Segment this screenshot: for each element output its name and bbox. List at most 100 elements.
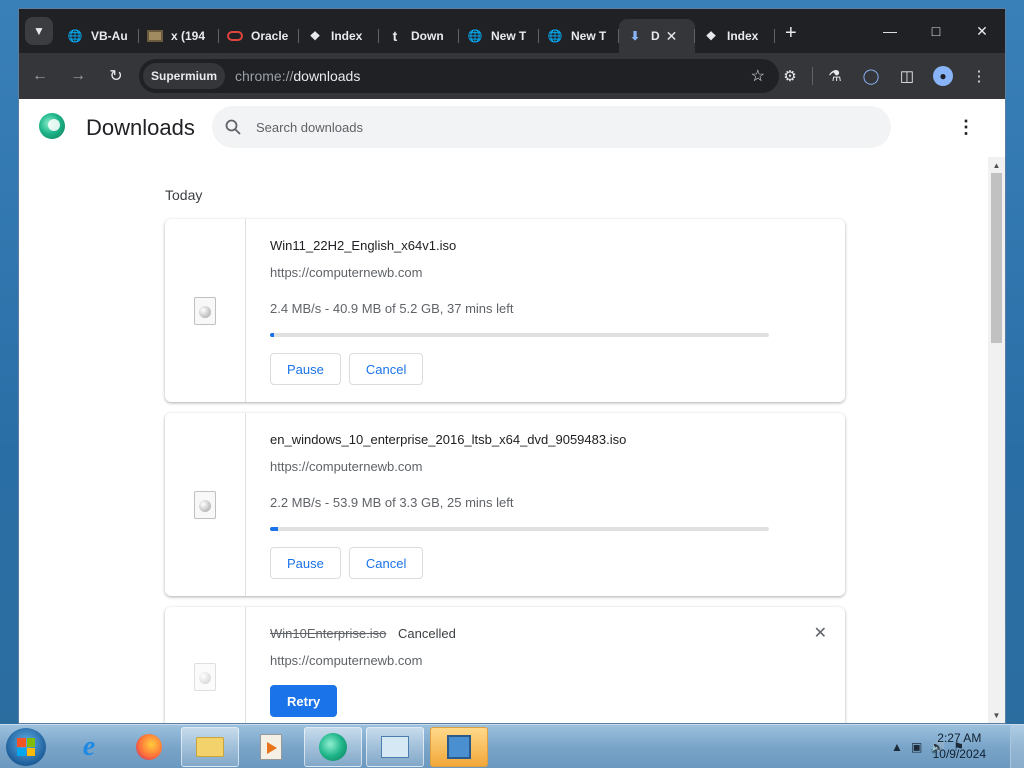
new-tab-button[interactable]: +	[785, 22, 797, 45]
video-thumb-icon	[147, 28, 163, 44]
media-player-icon[interactable]	[242, 727, 300, 767]
file-icon	[194, 663, 216, 691]
download-item-cancelled: Win10Enterprise.iso Cancelled https://co…	[165, 607, 845, 723]
avatar-icon: ●	[933, 66, 953, 86]
index-icon: ❖	[309, 29, 321, 43]
tab[interactable]: x (194	[139, 19, 219, 53]
tab[interactable]: 🌐 New T	[539, 19, 619, 53]
window-controls: — □ ✕	[867, 9, 1005, 53]
labs-flask-icon[interactable]: ⚗	[817, 59, 853, 93]
back-button[interactable]: ←	[23, 59, 57, 93]
source-url-link[interactable]: https://computernewb.com	[270, 459, 422, 474]
file-name: Win10Enterprise.iso	[270, 626, 387, 641]
downloads-header: Downloads ⋮	[19, 99, 1005, 157]
file-icon-column	[165, 219, 246, 402]
more-options-icon[interactable]: ⋮	[957, 117, 975, 138]
downloads-toolbar-icon[interactable]: ◯	[853, 59, 889, 93]
menu-kebab-icon[interactable]: ⋮	[961, 59, 997, 93]
supermium-logo-icon	[39, 113, 65, 139]
tab-title: Index	[727, 29, 759, 43]
download-actions: Pause Cancel	[270, 353, 424, 385]
tab[interactable]: t Down	[379, 19, 459, 53]
network-tray-icon[interactable]: ▣	[911, 740, 922, 754]
retry-button[interactable]: Retry	[270, 685, 338, 717]
scrollbar-thumb[interactable]	[991, 173, 1002, 343]
progress-bar-fill	[270, 333, 274, 337]
file-name-link[interactable]: en_windows_10_enterprise_2016_ltsb_x64_d…	[270, 432, 626, 447]
search-downloads-box[interactable]	[212, 106, 891, 148]
pause-button[interactable]: Pause	[270, 547, 341, 579]
taskbar-clock[interactable]: 2:27 AM 10/9/2024	[933, 730, 986, 762]
tab[interactable]: ❖ Index	[695, 19, 775, 53]
site-chip[interactable]: Supermium	[143, 63, 226, 89]
taskbar: e ▲ ▣ 🔊 ⚑ 2:27 AM 10/9/2024	[0, 724, 1024, 768]
file-icon	[194, 490, 216, 519]
download-actions: Pause Cancel	[270, 547, 424, 579]
toolbar-icons: ⚙ ⚗ ◯ ◫ ● ⋮	[772, 53, 997, 99]
clock-time: 2:27 AM	[937, 731, 982, 745]
tab-strip: ▼ 🌐 VB-Au x (194 Oracle ❖ Index t Down 🌐…	[19, 9, 1005, 53]
downloads-list: Today Win11_22H2_English_x64v1.iso https…	[19, 157, 1005, 723]
source-url-link[interactable]: https://computernewb.com	[270, 265, 422, 280]
date-group-label: Today	[165, 187, 203, 203]
profile-button[interactable]: ●	[925, 59, 961, 93]
network-app-icon[interactable]	[430, 727, 488, 767]
clock-date: 10/9/2024	[932, 747, 986, 761]
close-tab-icon[interactable]: ✕	[666, 28, 678, 45]
progress-bar-fill	[270, 527, 278, 531]
cancel-button[interactable]: Cancel	[348, 353, 424, 385]
forward-button[interactable]: →	[61, 59, 95, 93]
progress-text: 2.4 MB/s - 40.9 MB of 5.2 GB, 37 mins le…	[270, 301, 514, 316]
url-path: downloads	[293, 68, 361, 84]
tab[interactable]: 🌐 New T	[459, 19, 539, 53]
tab[interactable]: Oracle	[219, 19, 299, 53]
tab-title: VB-Au	[91, 29, 128, 43]
source-url-link[interactable]: https://computernewb.com	[270, 653, 422, 668]
file-icon-column	[165, 413, 246, 596]
globe-icon: 🌐	[67, 29, 83, 43]
file-explorer-icon[interactable]	[181, 727, 239, 767]
extensions-icon[interactable]: ⚙	[772, 59, 808, 93]
bookmark-star-icon[interactable]: ☆	[751, 66, 765, 86]
toolbar-divider	[812, 67, 813, 85]
url-text[interactable]: chrome://downloads	[235, 68, 360, 84]
maximize-button[interactable]: □	[913, 9, 959, 53]
file-icon	[194, 296, 216, 325]
control-panel-icon[interactable]	[366, 727, 424, 767]
tab[interactable]: 🌐 VB-Au	[59, 19, 139, 53]
scroll-down-arrow-icon[interactable]: ▼	[988, 707, 1005, 723]
file-name-link[interactable]: Win11_22H2_English_x64v1.iso	[270, 238, 456, 253]
tab-title: Index	[331, 29, 363, 43]
supermium-taskbar-icon[interactable]	[304, 727, 362, 767]
tab-search-button[interactable]: ▼	[25, 17, 53, 45]
file-icon-column	[165, 607, 246, 723]
minimize-button[interactable]: —	[867, 9, 913, 53]
tab-active[interactable]: ⬇ D ✕	[619, 19, 695, 53]
cancel-button[interactable]: Cancel	[348, 547, 424, 579]
internet-explorer-icon[interactable]: e	[60, 727, 118, 767]
reload-icon: ↻	[109, 68, 123, 85]
search-icon	[224, 118, 242, 136]
progress-bar	[270, 527, 769, 531]
scroll-up-arrow-icon[interactable]: ▲	[988, 157, 1005, 173]
progress-text: 2.2 MB/s - 53.9 MB of 3.3 GB, 25 mins le…	[270, 495, 514, 510]
tab-title: New T	[571, 29, 607, 43]
windows-flag-icon	[17, 738, 35, 756]
vertical-scrollbar[interactable]: ▲ ▼	[988, 157, 1005, 723]
address-bar[interactable]: Supermium chrome://downloads ☆	[139, 59, 779, 93]
side-panel-icon[interactable]: ◫	[889, 59, 925, 93]
firefox-icon[interactable]	[120, 727, 178, 767]
remove-from-list-icon[interactable]: ✕	[814, 623, 827, 643]
start-button[interactable]	[6, 728, 46, 766]
show-desktop-button[interactable]	[1010, 725, 1024, 768]
tab[interactable]: ❖ Index	[299, 19, 379, 53]
download-status: Cancelled	[398, 626, 456, 641]
reload-button[interactable]: ↻	[99, 59, 133, 93]
pause-button[interactable]: Pause	[270, 353, 341, 385]
close-window-button[interactable]: ✕	[959, 9, 1005, 53]
browser-toolbar: ← → ↻ Supermium chrome://downloads ☆ ⚙ ⚗…	[19, 53, 1005, 99]
tab-title: Down	[411, 29, 444, 43]
search-input[interactable]	[256, 119, 816, 135]
show-hidden-icons-icon[interactable]: ▲	[891, 740, 903, 754]
globe-icon: 🌐	[547, 29, 563, 43]
